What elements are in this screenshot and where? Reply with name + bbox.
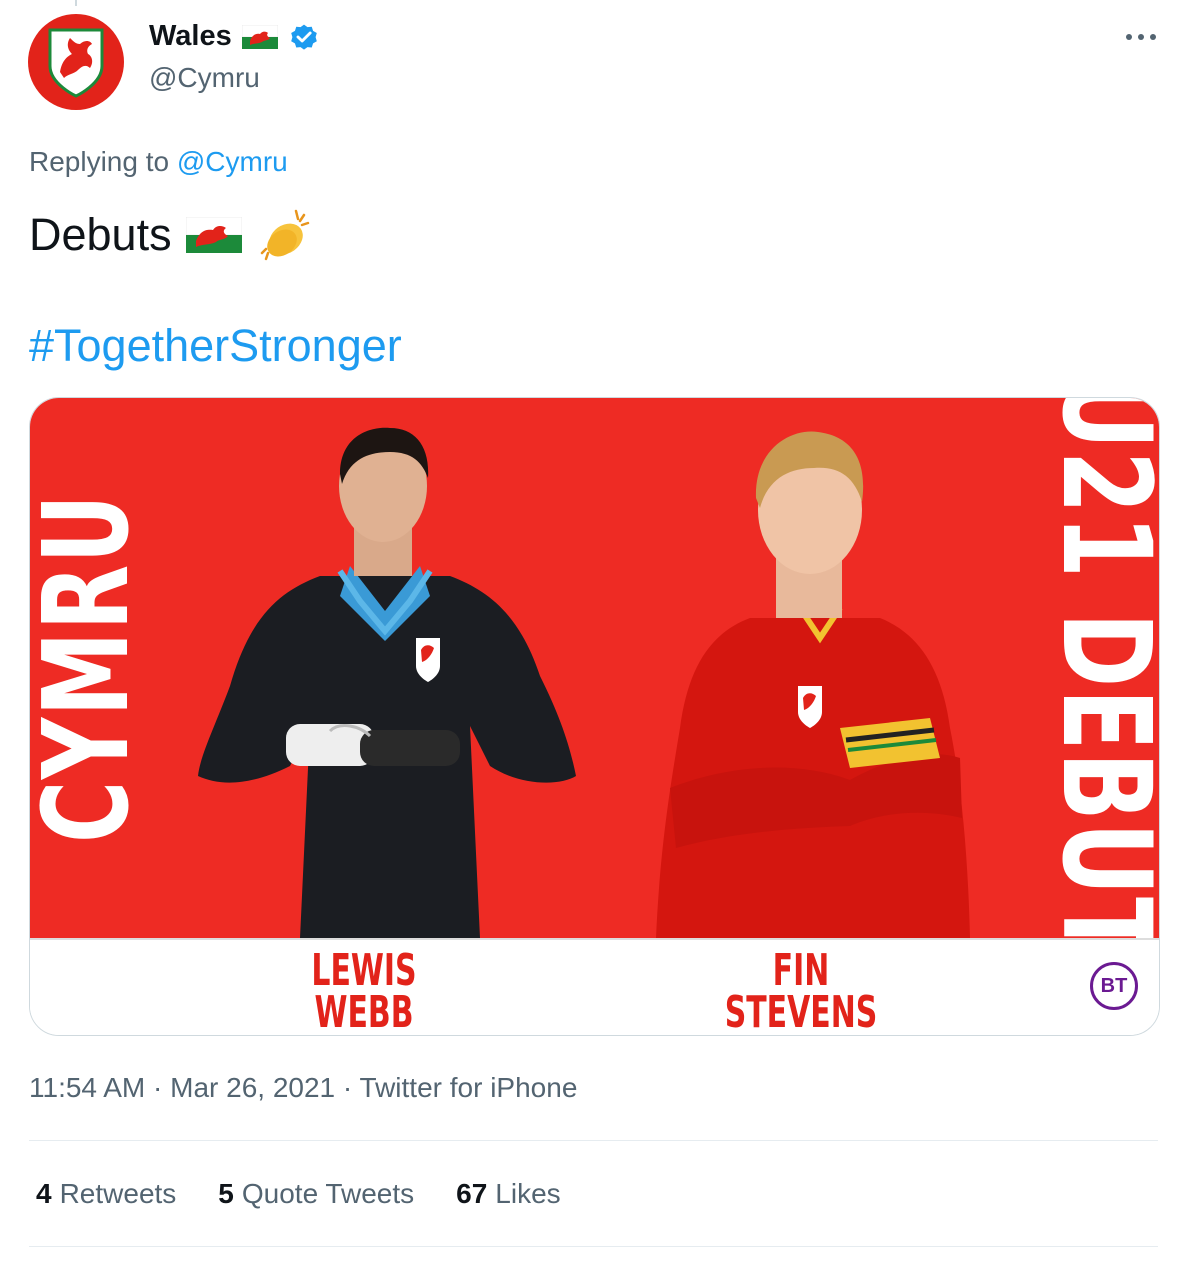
player-2-name: FIN STEVENS bbox=[699, 945, 903, 1036]
retweets-count: 4 bbox=[36, 1178, 52, 1209]
quote-tweets-stat[interactable]: 5 Quote Tweets bbox=[218, 1178, 414, 1210]
wales-flag-icon bbox=[241, 24, 278, 49]
tweet-metadata: 11:54 AM · Mar 26, 2021 · Twitter for iP… bbox=[29, 1072, 577, 1104]
retweets-stat[interactable]: 4 Retweets bbox=[36, 1178, 176, 1210]
meta-separator: · bbox=[342, 1072, 360, 1103]
author-handle[interactable]: @Cymru bbox=[149, 62, 260, 94]
verified-badge-icon bbox=[290, 24, 317, 50]
media-right-banner-text: U21 DEBUT bbox=[1034, 398, 1160, 961]
tweet-stats: 4 Retweets 5 Quote Tweets 67 Likes bbox=[36, 1178, 561, 1210]
tweet-date[interactable]: Mar 26, 2021 bbox=[170, 1072, 335, 1103]
player-2-first-name: FIN bbox=[772, 945, 830, 996]
quotes-count: 5 bbox=[218, 1178, 234, 1209]
author-name-row[interactable]: Wales bbox=[149, 20, 320, 53]
avatar[interactable] bbox=[28, 14, 124, 110]
wales-flag-icon bbox=[185, 217, 242, 253]
bt-logo-text: BT bbox=[1100, 974, 1128, 997]
replying-to: Replying to @Cymru bbox=[29, 146, 288, 178]
retweets-label: Retweets bbox=[59, 1178, 177, 1209]
media-name-strip bbox=[30, 938, 1159, 1035]
tweet-media-image[interactable]: CYMRU U21 DEBUT LEWIS WEBB FIN bbox=[29, 397, 1160, 1036]
tweet-text-body: Debuts bbox=[29, 209, 172, 260]
more-options-button[interactable] bbox=[1124, 22, 1158, 52]
bt-logo: BT bbox=[1090, 962, 1138, 1010]
player-2-last-name: STEVENS bbox=[724, 987, 878, 1036]
player-outfield-photo bbox=[656, 431, 970, 938]
tweet-time[interactable]: 11:54 AM bbox=[29, 1072, 145, 1103]
hashtag-link[interactable]: #TogetherStronger bbox=[29, 320, 402, 372]
media-right-banner: U21 DEBUT bbox=[1035, 398, 1160, 960]
thread-connector-line bbox=[75, 0, 77, 6]
player-goalkeeper-photo bbox=[198, 427, 576, 938]
likes-stat[interactable]: 67 Likes bbox=[456, 1178, 561, 1210]
more-dots-icon bbox=[1126, 34, 1156, 40]
player-1-last-name: WEBB bbox=[314, 987, 414, 1036]
divider bbox=[29, 1140, 1158, 1141]
divider bbox=[29, 1246, 1158, 1247]
meta-separator: · bbox=[153, 1072, 171, 1103]
likes-label: Likes bbox=[495, 1178, 561, 1209]
quotes-label: Quote Tweets bbox=[241, 1178, 415, 1209]
media-left-banner-text: CYMRU bbox=[29, 492, 155, 844]
author-name[interactable]: Wales bbox=[149, 20, 232, 53]
player-1-name: LEWIS WEBB bbox=[296, 945, 432, 1036]
replying-prefix: Replying to bbox=[29, 146, 170, 177]
tweet-source[interactable]: Twitter for iPhone bbox=[360, 1072, 578, 1103]
wales-crest-icon bbox=[48, 28, 104, 98]
reply-mention-link[interactable]: @Cymru bbox=[177, 146, 288, 177]
player-1-first-name: LEWIS bbox=[311, 945, 417, 996]
likes-count: 67 bbox=[456, 1178, 488, 1209]
clapping-hands-icon bbox=[260, 209, 309, 261]
tweet-text: Debuts bbox=[29, 205, 316, 265]
media-left-banner: CYMRU bbox=[29, 492, 155, 844]
